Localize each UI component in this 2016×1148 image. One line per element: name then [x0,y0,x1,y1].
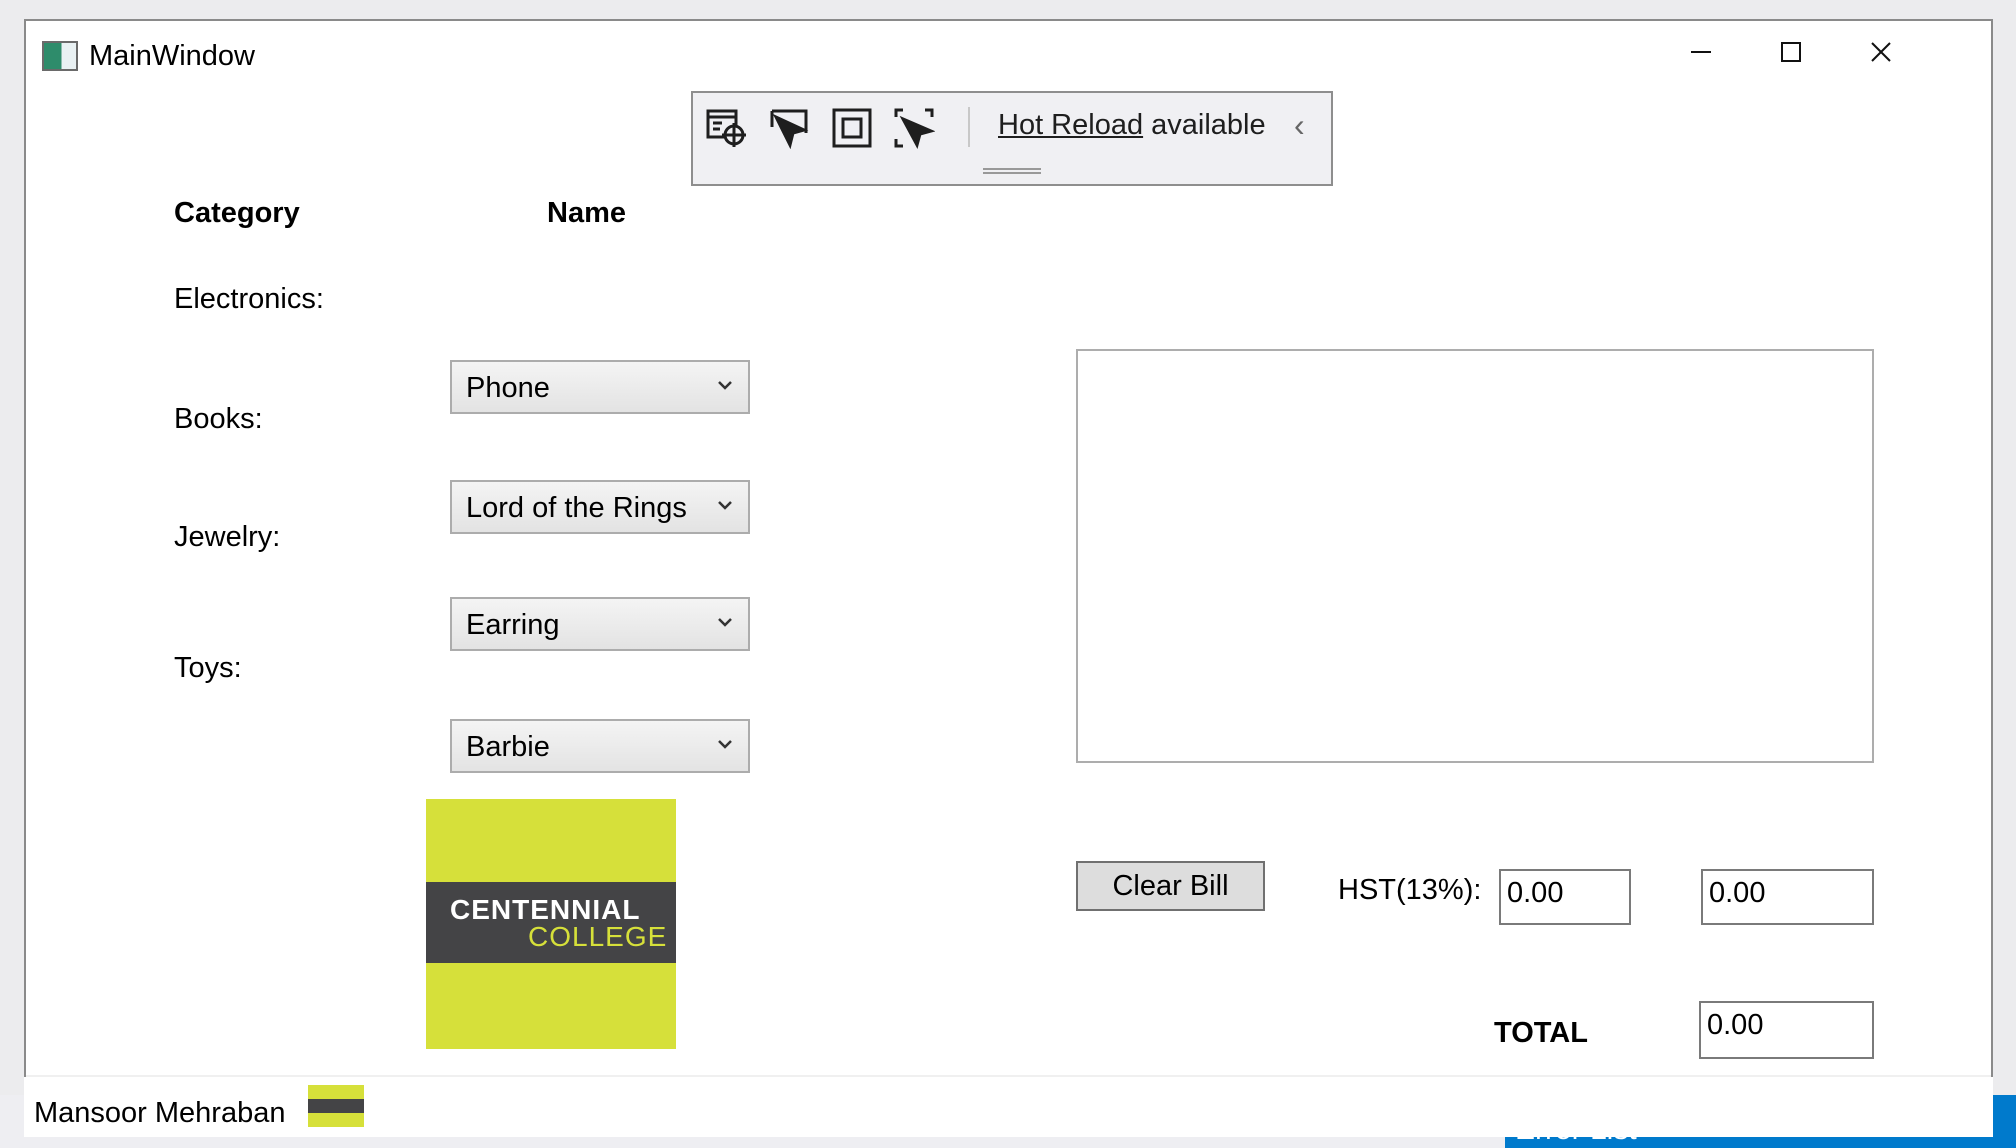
name-header: Name [547,197,626,229]
select-in-app-button[interactable] [766,105,812,151]
hot-reload-link[interactable]: Hot Reload [998,109,1143,141]
hst-textbox[interactable]: 0.00 [1499,869,1631,925]
main-window: MainWindow Hot Reload available ‹ Catego… [24,19,1993,1093]
total-label: TOTAL [1494,1017,1588,1049]
mini-college-logo [308,1085,364,1127]
subtotal-textbox[interactable]: 0.00 [1701,869,1874,925]
display-layout-adorners-button[interactable] [829,105,875,151]
electronics-label: Electronics: [174,283,324,315]
track-focus-icon [894,108,935,149]
electronics-combobox[interactable]: Phone [450,360,750,414]
app-icon [42,41,78,71]
toolbar-drag-handle[interactable] [983,168,1041,174]
chevron-down-icon [716,613,734,636]
chevron-down-icon [716,376,734,399]
category-header: Category [174,197,300,229]
toys-label: Toys: [174,652,242,684]
jewelry-selected-value: Earring [466,609,560,641]
books-label: Books: [174,403,263,435]
bill-list-box[interactable] [1076,349,1874,763]
pointer-select-icon [770,109,809,149]
minimize-button[interactable] [1671,31,1731,73]
toys-combobox[interactable]: Barbie [450,719,750,773]
live-visual-tree-icon [706,109,746,147]
track-focused-element-button[interactable] [891,105,937,151]
centennial-college-logo: CENTENNIAL COLLEGE [426,799,676,1049]
clear-bill-button[interactable]: Clear Bill [1076,861,1265,911]
mini-logo-band [308,1099,364,1113]
maximize-icon [1781,42,1801,62]
jewelry-label: Jewelry: [174,521,281,553]
window-title: MainWindow [89,40,255,72]
select-element-button[interactable] [704,105,750,151]
hst-label: HST(13%): [1338,874,1482,906]
electronics-selected-value: Phone [466,372,550,404]
hot-reload-suffix: available [1143,109,1266,141]
collapse-toolbar-icon[interactable]: ‹ [1294,107,1305,144]
close-icon [1871,42,1891,62]
chevron-down-icon [716,735,734,758]
books-combobox[interactable]: Lord of the Rings [450,480,750,534]
jewelry-combobox[interactable]: Earring [450,597,750,651]
logo-line-2: COLLEGE [528,921,668,952]
toys-selected-value: Barbie [466,731,550,763]
author-name: Mansoor Mehraban [34,1097,286,1129]
maximize-button[interactable] [1761,31,1821,73]
minimize-icon [1691,51,1711,53]
total-textbox[interactable]: 0.00 [1699,1001,1874,1059]
close-button[interactable] [1851,31,1911,73]
hot-reload-toolbar: Hot Reload available ‹ [691,91,1333,186]
footer-panel: Mansoor Mehraban [24,1077,1993,1137]
toolbar-separator [968,107,970,147]
books-selected-value: Lord of the Rings [466,492,687,524]
hot-reload-status: Hot Reload available [998,109,1266,142]
chevron-down-icon [716,496,734,519]
layout-adorner-icon [832,108,872,148]
title-bar[interactable]: MainWindow [26,21,1991,77]
